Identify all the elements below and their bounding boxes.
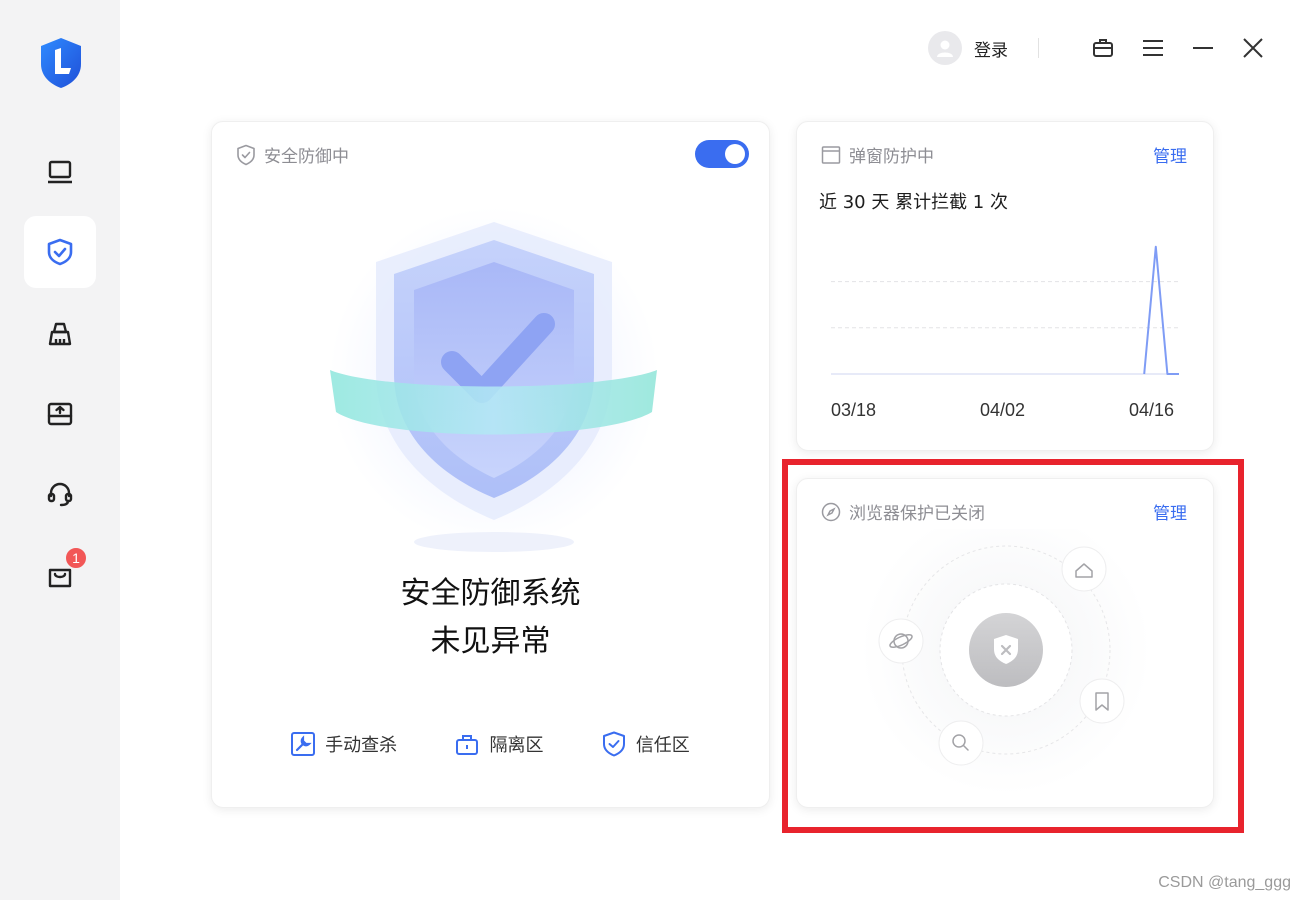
window-icon xyxy=(821,145,841,164)
laptop-icon xyxy=(48,160,72,184)
x-tick-label: 04/16 xyxy=(1129,400,1175,420)
status-line-1: 安全防御系统 xyxy=(400,576,581,611)
divider xyxy=(1038,38,1039,58)
upload-box-icon xyxy=(47,402,73,426)
x-tick-label: 04/02 xyxy=(980,400,1026,420)
status-line-2: 未见异常 xyxy=(430,624,551,659)
user-icon xyxy=(937,40,953,57)
x-tick-label: 03/18 xyxy=(831,400,877,420)
minimize-icon xyxy=(1193,47,1213,49)
shield-check-icon xyxy=(47,238,73,266)
close-button[interactable] xyxy=(1241,36,1265,60)
shield-outline-icon xyxy=(237,144,255,165)
defense-card-title: 安全防御中 xyxy=(236,142,349,167)
popup-card-title: 弹窗防护中 xyxy=(821,142,934,167)
sidebar-item-security[interactable] xyxy=(24,216,96,288)
defense-actions: 手动查杀 隔离区 信任区 xyxy=(212,731,769,757)
manual-scan-button[interactable]: 手动查杀 xyxy=(291,731,397,757)
toolbox-button[interactable] xyxy=(1091,36,1115,60)
headset-icon xyxy=(47,482,73,507)
defense-toggle[interactable] xyxy=(695,140,749,168)
wrench-icon xyxy=(291,732,316,756)
minimize-button[interactable] xyxy=(1191,36,1215,60)
intercept-chart xyxy=(831,245,1179,375)
popup-card: 弹窗防护中 管理 近 30 天 累计拦截 1 次 03/18 04/02 04/… xyxy=(796,121,1214,451)
popup-manage-link[interactable]: 管理 xyxy=(1153,142,1187,167)
sidebar-item-store[interactable]: 1 xyxy=(24,540,96,612)
shield-check-icon xyxy=(602,731,625,757)
toolbox-icon xyxy=(1093,39,1113,57)
highlight-annotation xyxy=(782,459,1244,833)
toggle-knob xyxy=(725,144,745,164)
avatar[interactable] xyxy=(928,31,962,65)
login-link[interactable]: 登录 xyxy=(974,36,1008,61)
watermark: CSDN @tang_ggg xyxy=(1158,874,1291,891)
series-line xyxy=(1143,245,1179,375)
sidebar-item-software[interactable] xyxy=(24,378,96,450)
menu-icon xyxy=(1143,40,1163,56)
trust-zone-button[interactable]: 信任区 xyxy=(602,731,690,757)
menu-button[interactable] xyxy=(1141,36,1165,60)
sidebar: 1 xyxy=(0,0,120,900)
broom-icon xyxy=(48,322,72,346)
sidebar-item-cleanup[interactable] xyxy=(24,298,96,370)
shield-illustration xyxy=(329,207,659,552)
notification-badge: 1 xyxy=(64,546,88,570)
app-logo-icon xyxy=(41,38,81,88)
sidebar-item-computer[interactable] xyxy=(24,136,96,208)
intercept-summary: 近 30 天 累计拦截 1 次 xyxy=(819,192,1008,213)
title-bar: 登录 xyxy=(928,28,1265,68)
quarantine-button[interactable]: 隔离区 xyxy=(455,731,543,757)
sidebar-item-support[interactable] xyxy=(24,458,96,530)
defense-card: 安全防御中 安全防御系统 未见异常 手动查杀 隔离区 信任区 xyxy=(211,121,770,808)
lock-box-icon xyxy=(456,735,479,755)
close-icon xyxy=(1243,38,1263,58)
